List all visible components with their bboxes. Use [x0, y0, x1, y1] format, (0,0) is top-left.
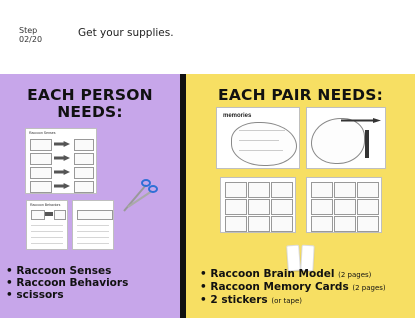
brain-model-page-2	[306, 107, 386, 169]
item-label: Raccoon Memory Cards	[210, 281, 349, 293]
list-item: Raccoon Memory Cards (2 pages)	[200, 281, 386, 294]
person-heading-line1: EACH PERSON	[27, 86, 153, 104]
scissors-icon	[123, 179, 158, 212]
person-supplies-list: Raccoon Senses Raccoon Behaviors scissor…	[6, 265, 128, 301]
list-item: Raccoon Brain Model (2 pages)	[200, 268, 386, 281]
behaviors-sheet-title: Raccoon Behaviors	[30, 203, 61, 207]
raccoon-senses-sheet: Raccoon Senses	[25, 128, 97, 194]
person-supplies-panel: EACH PERSON NEEDS: Raccoon Senses Raccoo…	[0, 74, 180, 318]
step-label: Step	[19, 26, 38, 35]
item-label: Raccoon Brain Model	[210, 268, 335, 280]
list-item: 2 stickers (or tape)	[200, 294, 386, 307]
person-heading: EACH PERSON NEEDS:	[0, 87, 180, 121]
raccoon-behaviors-sheet-2	[72, 200, 114, 250]
step-title: Get your supplies.	[78, 27, 174, 39]
pair-supplies-list: Raccoon Brain Model (2 pages) Raccoon Me…	[200, 268, 386, 307]
memory-cards-page-2	[306, 177, 382, 233]
senses-sheet-title: Raccoon Senses	[29, 131, 56, 135]
step-header: Step 02/20 Get your supplies.	[0, 0, 415, 74]
item-note: (or tape)	[271, 297, 302, 305]
pair-supplies-panel: EACH PAIR NEEDS: memories • Raccoon Brai…	[186, 74, 415, 318]
pair-heading: EACH PAIR NEEDS:	[218, 86, 383, 104]
list-item: Raccoon Senses	[6, 265, 128, 277]
step-count: 02/20	[19, 35, 43, 44]
list-item: scissors	[6, 289, 128, 301]
brain-model-page-1: memories	[216, 107, 300, 169]
brain-label: memories	[223, 113, 252, 119]
item-note: (2 pages)	[352, 284, 386, 292]
memory-cards-page-1	[220, 177, 296, 233]
item-label: 2 stickers	[210, 294, 268, 306]
list-item: Raccoon Behaviors	[6, 277, 128, 289]
raccoon-behaviors-sheet-1: Raccoon Behaviors	[26, 200, 68, 250]
person-heading-line2: NEEDS:	[57, 103, 123, 121]
item-note: (2 pages)	[338, 271, 372, 279]
